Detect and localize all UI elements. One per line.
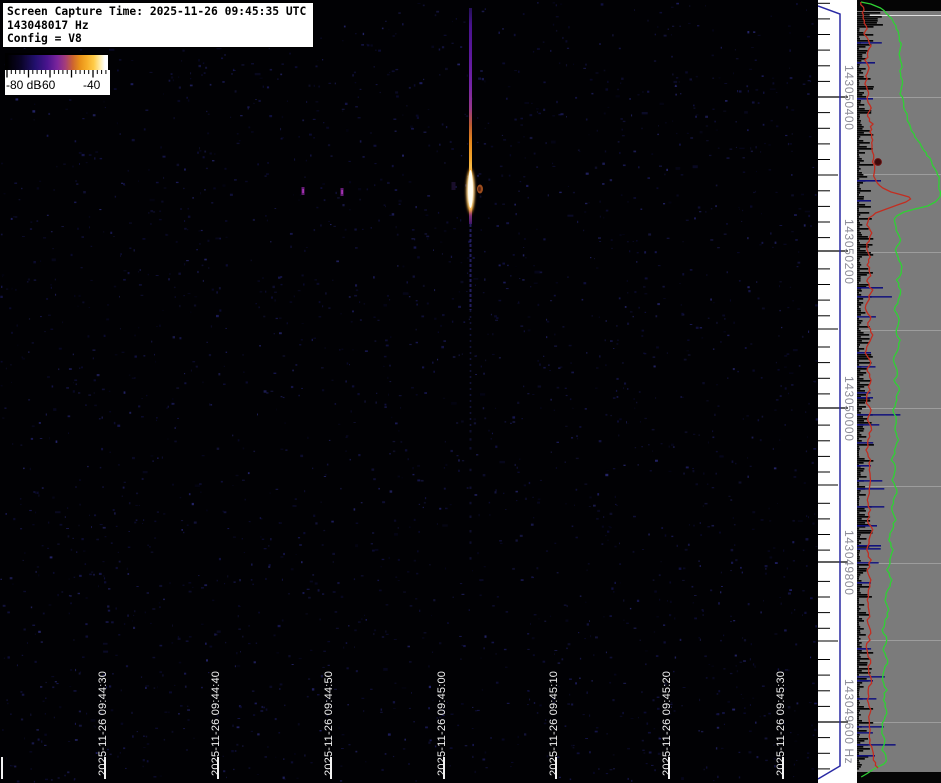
frequency-axis-label: 143049600 Hz [842, 679, 856, 764]
frequency-axis-label: 143050000 [842, 376, 856, 441]
colorbar-label-max: -40 [83, 78, 100, 92]
radio-meteor-spectrogram-capture: Screen Capture Time: 2025-11-26 09:45:35… [0, 0, 941, 783]
spectrum-side-panel [857, 0, 941, 783]
capture-time-text: Screen Capture Time: 2025-11-26 09:45:35… [7, 5, 310, 19]
intensity-colorbar: -80 dB -60 -40 [5, 53, 110, 95]
capture-info-box: Screen Capture Time: 2025-11-26 09:45:35… [2, 2, 314, 48]
colorbar-labels: -80 dB -60 -40 [5, 78, 110, 95]
colorbar-label-min: -80 dB [6, 78, 41, 92]
time-axis-label: 2025-11-26 09:45:10 [548, 671, 560, 776]
time-axis-label: 2025-11-26 09:45:00 [436, 671, 448, 776]
colorbar-gradient [7, 55, 108, 70]
frequency-axis-label: 143050400 [842, 65, 856, 130]
time-axis-label: 2025-11-26 09:44:30 [97, 671, 109, 776]
center-frequency-text: 143048017 Hz [7, 19, 310, 33]
spectrum-marker-dot [875, 159, 882, 166]
time-axis-label: 2025-11-26 09:44:50 [323, 671, 335, 776]
config-text: Config = V8 [7, 32, 310, 46]
colorbar-ruler-ticks [5, 70, 110, 78]
spectrogram-waterfall [0, 0, 818, 783]
time-axis-label: 2025-11-26 09:45:30 [775, 671, 787, 776]
colorbar-label-mid: -60 [38, 78, 55, 92]
frequency-axis-label: 143049800 [842, 530, 856, 595]
colorbar-tick-marks [7, 70, 106, 78]
frequency-axis-label: 143050200 [842, 219, 856, 284]
time-axis-label: 2025-11-26 09:44:40 [210, 671, 222, 776]
time-axis-label: 2025-11-26 09:45:20 [661, 671, 673, 776]
